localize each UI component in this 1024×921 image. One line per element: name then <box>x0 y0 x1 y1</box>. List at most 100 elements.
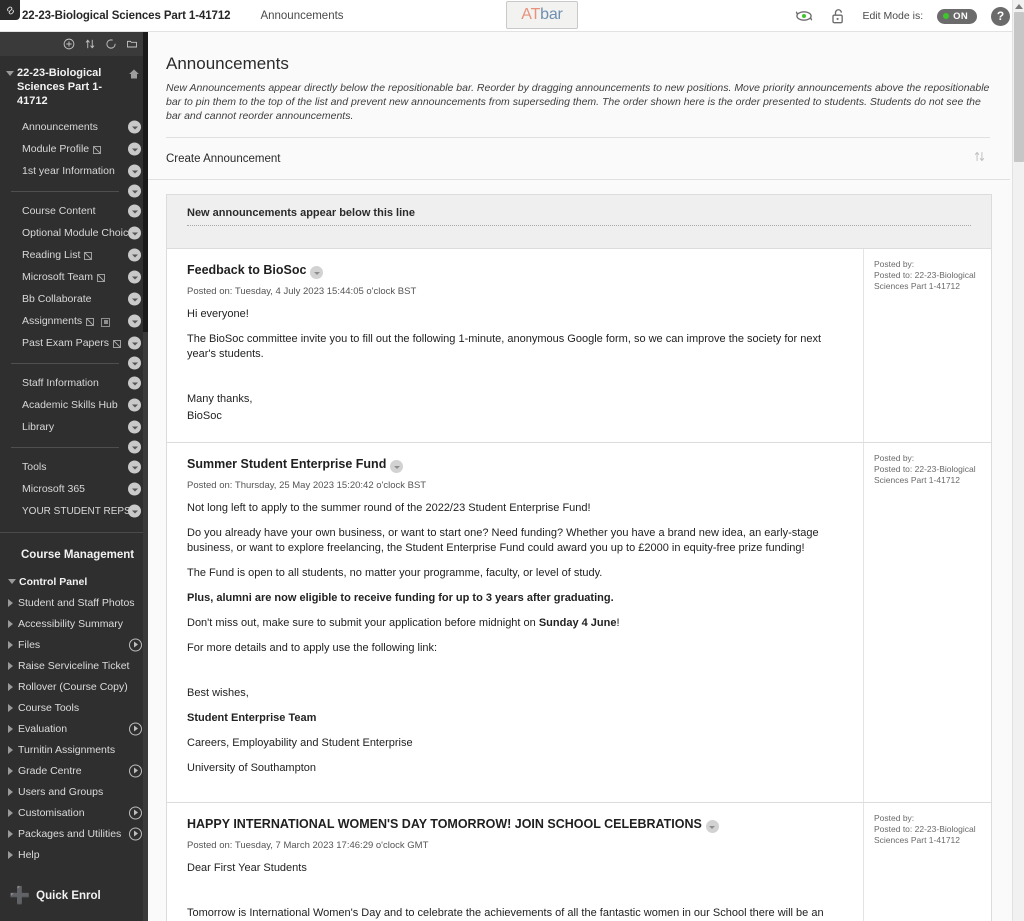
sidebar-item-past-exam-papers[interactable]: Past Exam Papers <box>0 332 148 354</box>
item-options-chevron-icon[interactable] <box>128 292 141 306</box>
chevron-right-icon[interactable] <box>8 640 13 649</box>
control-panel-item-help[interactable]: Help <box>0 844 148 865</box>
item-options-chevron-icon[interactable] <box>128 142 141 156</box>
control-panel-item-student-and-staff-photos[interactable]: Student and Staff Photos <box>0 592 148 613</box>
go-arrow-icon[interactable] <box>129 806 142 819</box>
control-panel-item-evaluation[interactable]: Evaluation <box>0 718 148 739</box>
item-options-chevron-icon[interactable] <box>128 504 141 518</box>
pin-icon[interactable] <box>0 0 20 20</box>
chevron-down-icon[interactable] <box>6 71 14 76</box>
go-arrow-icon[interactable] <box>129 827 142 840</box>
go-arrow-icon[interactable] <box>129 638 142 651</box>
announcement-options-chevron-icon[interactable] <box>390 460 404 473</box>
atbar-button[interactable]: AT bar <box>506 1 578 29</box>
chevron-right-icon[interactable] <box>8 745 13 754</box>
chevron-down-icon[interactable] <box>8 579 16 584</box>
reorder-announcements-icon[interactable] <box>973 150 986 168</box>
page-scroll-thumb[interactable] <box>1014 12 1024 162</box>
help-icon[interactable]: ? <box>991 6 1010 26</box>
chevron-right-icon[interactable] <box>8 787 13 796</box>
item-options-chevron-icon[interactable] <box>128 482 141 496</box>
item-options-chevron-icon[interactable] <box>128 248 141 262</box>
go-arrow-icon[interactable] <box>129 764 142 777</box>
control-panel-item-users-and-groups[interactable]: Users and Groups <box>0 781 148 802</box>
sidebar-item-microsoft-365[interactable]: Microsoft 365 <box>0 478 148 500</box>
item-options-chevron-icon[interactable] <box>128 336 141 350</box>
edit-mode-toggle[interactable]: ON <box>937 8 977 24</box>
item-options-chevron-icon[interactable] <box>128 314 141 328</box>
sidebar-item-library[interactable]: Library <box>0 416 148 438</box>
sidebar-item-label: Library <box>22 421 55 433</box>
chevron-right-icon[interactable] <box>8 850 13 859</box>
repositionable-bar[interactable]: New announcements appear below this line <box>167 195 991 249</box>
scroll-up-arrow-icon[interactable] <box>1013 0 1024 12</box>
go-arrow-icon[interactable] <box>129 722 142 735</box>
course-preview-icon[interactable] <box>794 6 814 26</box>
add-icon[interactable] <box>63 38 75 50</box>
item-options-chevron-icon[interactable] <box>128 270 141 284</box>
sidebar-item-reading-list[interactable]: Reading List <box>0 244 148 266</box>
sidebar-item-academic-skills-hub[interactable]: Academic Skills Hub <box>0 394 148 416</box>
item-options-chevron-icon[interactable] <box>128 398 141 412</box>
refresh-icon[interactable] <box>105 38 117 50</box>
item-options-chevron-icon[interactable] <box>128 120 141 134</box>
control-panel-item-customisation[interactable]: Customisation <box>0 802 148 823</box>
control-panel-item-raise-serviceline-ticket[interactable]: Raise Serviceline Ticket <box>0 655 148 676</box>
sidebar-item-label: Past Exam Papers <box>22 337 109 349</box>
separator-chevron-icon[interactable] <box>128 356 141 370</box>
sidebar-item-module-profile[interactable]: Module Profile <box>0 138 148 160</box>
chevron-right-icon[interactable] <box>8 598 13 607</box>
sidebar-item-1st-year-information[interactable]: 1st year Information <box>0 160 148 182</box>
sidebar-item-tools[interactable]: Tools <box>0 456 148 478</box>
control-panel-item-accessibility-summary[interactable]: Accessibility Summary <box>0 613 148 634</box>
control-panel-item-grade-centre[interactable]: Grade Centre <box>0 760 148 781</box>
control-panel-item-turnitin-assignments[interactable]: Turnitin Assignments <box>0 739 148 760</box>
chevron-right-icon[interactable] <box>8 829 13 838</box>
sidebar-item-your-student-reps[interactable]: YOUR STUDENT REPS <box>0 500 148 522</box>
chevron-right-icon[interactable] <box>8 619 13 628</box>
sidebar-item-microsoft-team[interactable]: Microsoft Team <box>0 266 148 288</box>
page-scrollbar[interactable] <box>1012 0 1024 921</box>
posted-to-label: Posted to: 22-23-Biological Sciences Par… <box>874 270 976 291</box>
item-options-chevron-icon[interactable] <box>128 204 141 218</box>
sidebar-item-assignments[interactable]: Assignments <box>0 310 148 332</box>
announcement-title[interactable]: Summer Student Enterprise Fund <box>187 457 386 472</box>
item-options-chevron-icon[interactable] <box>128 226 141 240</box>
chevron-right-icon[interactable] <box>8 808 13 817</box>
control-panel-item-course-tools[interactable]: Course Tools <box>0 697 148 718</box>
announcement-title[interactable]: Feedback to BioSoc <box>187 263 306 278</box>
quick-enrol-button[interactable]: ➕ Quick Enrol <box>0 865 148 904</box>
sidebar-item-optional-module-choice[interactable]: Optional Module Choice <box>0 222 148 244</box>
chevron-right-icon[interactable] <box>8 682 13 691</box>
announcement-options-chevron-icon[interactable] <box>705 820 719 833</box>
create-announcement-button[interactable]: Create Announcement <box>166 153 280 165</box>
edit-mode-label: Edit Mode is: <box>862 10 924 22</box>
sidebar-item-announcements[interactable]: Announcements <box>0 116 148 138</box>
sidebar-course-header[interactable]: 22-23-Biological Sciences Part 1-41712 <box>0 56 148 110</box>
chevron-right-icon[interactable] <box>8 766 13 775</box>
control-panel-item-packages-and-utilities[interactable]: Packages and Utilities <box>0 823 148 844</box>
separator-chevron-icon[interactable] <box>128 440 141 454</box>
chevron-right-icon[interactable] <box>8 703 13 712</box>
announcement-title[interactable]: HAPPY INTERNATIONAL WOMEN'S DAY TOMORROW… <box>187 817 702 832</box>
home-icon[interactable] <box>128 67 140 85</box>
sidebar-item-staff-information[interactable]: Staff Information <box>0 372 148 394</box>
item-options-chevron-icon[interactable] <box>128 460 141 474</box>
item-options-chevron-icon[interactable] <box>128 376 141 390</box>
sidebar-item-course-content[interactable]: Course Content <box>0 200 148 222</box>
item-options-chevron-icon[interactable] <box>128 164 141 178</box>
separator-chevron-icon[interactable] <box>128 184 141 198</box>
chevron-right-icon[interactable] <box>8 661 13 670</box>
control-panel-item-files[interactable]: Files <box>0 634 148 655</box>
control-panel-item-rollover-course-copy[interactable]: Rollover (Course Copy) <box>0 676 148 697</box>
sidebar-item-bb-collaborate[interactable]: Bb Collaborate <box>0 288 148 310</box>
control-panel-item-control-panel[interactable]: Control Panel <box>0 571 148 592</box>
breadcrumb-announcements[interactable]: Announcements <box>260 10 343 22</box>
chevron-right-icon[interactable] <box>8 724 13 733</box>
announcement-options-chevron-icon[interactable] <box>310 266 324 279</box>
unlock-icon[interactable] <box>828 6 848 26</box>
item-options-chevron-icon[interactable] <box>128 420 141 434</box>
reorder-icon[interactable] <box>84 38 96 50</box>
folder-icon[interactable] <box>126 38 138 50</box>
hidden-item-icon <box>101 317 111 327</box>
